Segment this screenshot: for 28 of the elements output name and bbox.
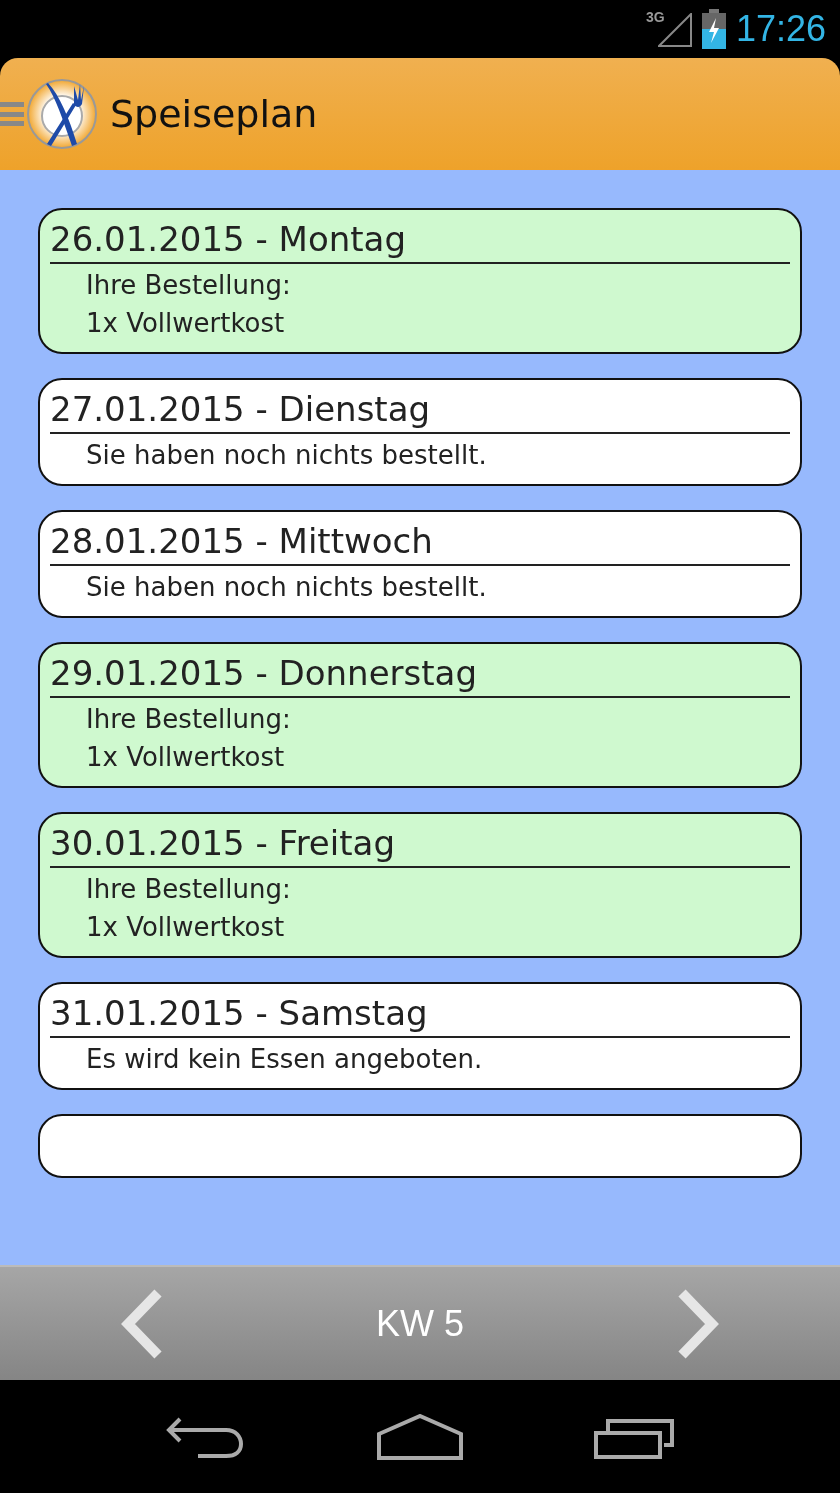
order-info: Ihre Bestellung: (86, 873, 292, 906)
network-type: 3G (645, 9, 665, 25)
day-date: 29.01.2015 - Donnerstag (50, 652, 790, 698)
day-card[interactable]: 31.01.2015 - Samstag Es wird kein Essen angeboten. (38, 982, 802, 1090)
home-icon[interactable] (377, 1413, 463, 1460)
day-date: 30.01.2015 - Freitag (50, 822, 790, 868)
week-label: KW 5 (376, 1302, 464, 1345)
order-info: Sie haben noch nichts bestellt. (86, 571, 488, 604)
day-date: 27.01.2015 - Dienstag (50, 388, 790, 434)
cutlery-logo-icon[interactable] (26, 78, 98, 150)
day-card[interactable]: 27.01.2015 - Dienstag Sie haben noch nichts bestellt. (38, 378, 802, 486)
battery-icon (701, 9, 726, 49)
order-info: Sie haben noch nichts bestellt. (86, 439, 488, 472)
order-info: Es wird kein Essen angeboten. (86, 1043, 484, 1076)
order-info: 1x Vollwertkost (86, 307, 286, 340)
order-info: Ihre Bestellung: (86, 703, 292, 736)
day-card[interactable]: 26.01.2015 - Montag Ihre Bestellung: 1x Vollwertkost (38, 208, 802, 354)
day-date: 31.01.2015 - Samstag (50, 992, 790, 1038)
order-info: Ihre Bestellung: (86, 269, 292, 302)
clock-time: 17:26 (735, 8, 826, 50)
day-date: 28.01.2015 - Mittwoch (50, 520, 790, 566)
app-title: Speiseplan (110, 92, 318, 136)
day-card[interactable]: 28.01.2015 - Mittwoch Sie haben noch nichts bestellt. (38, 510, 802, 618)
order-info: 1x Vollwertkost (86, 911, 286, 944)
day-card[interactable]: 29.01.2015 - Donnerstag Ihre Bestellung: 1x Vollwertkost (38, 642, 802, 788)
day-card[interactable]: 30.01.2015 - Freitag Ihre Bestellung: 1x Vollwertkost (38, 812, 802, 958)
order-info: 1x Vollwertkost (86, 741, 286, 774)
day-date: 26.01.2015 - Montag (50, 218, 790, 264)
